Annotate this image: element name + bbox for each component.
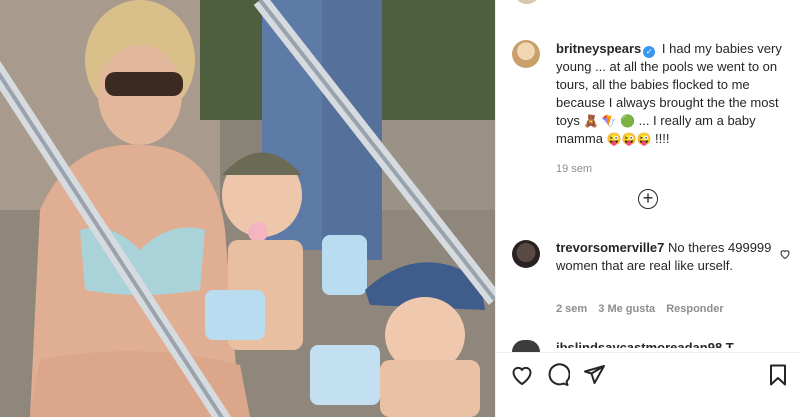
verified-badge-icon: ✓ — [643, 46, 656, 58]
caption-text-3: !!!! — [655, 131, 670, 146]
comment-meta: 2 sem 3 Me gusta Responder — [556, 303, 732, 315]
comment-reply-button[interactable]: Responder — [666, 303, 723, 315]
commenter-username[interactable]: trevorsomerville7 — [556, 240, 664, 255]
pool-photo-illustration — [0, 0, 495, 417]
next-commenter-avatar-cut — [512, 340, 540, 352]
author-avatar[interactable] — [512, 40, 540, 68]
post-photo[interactable] — [0, 0, 495, 417]
comment-likes[interactable]: 3 Me gusta — [598, 303, 655, 315]
caption-emojis-2: 😜😜😜 — [606, 132, 652, 146]
top-avatar-cut — [516, 0, 538, 4]
caption-emojis: 🧸 🪁 🟢 — [583, 114, 635, 128]
caption: britneyspears ✓ I had my babies very youn… — [556, 40, 791, 178]
comment-time: 2 sem — [556, 303, 588, 315]
caption-time[interactable]: 19 sem — [556, 160, 791, 178]
post-side-panel: britneyspears ✓ I had my babies very youn… — [495, 0, 800, 418]
next-comment-cut: ibslindsaycastmoreadan98 T — [556, 340, 734, 348]
post-actions-bar — [496, 352, 800, 418]
save-bookmark-icon[interactable] — [766, 363, 790, 387]
author-username[interactable]: britneyspears — [556, 41, 641, 56]
share-send-icon[interactable] — [582, 363, 606, 387]
comment-like-heart-icon[interactable] — [779, 248, 791, 260]
comment-bubble-icon[interactable] — [546, 363, 570, 387]
comment: trevorsomerville7 No theres 499999 women… — [556, 239, 776, 275]
load-more-comments-button[interactable]: + — [638, 189, 658, 209]
like-heart-icon[interactable] — [510, 363, 534, 387]
commenter-avatar[interactable] — [512, 240, 540, 268]
